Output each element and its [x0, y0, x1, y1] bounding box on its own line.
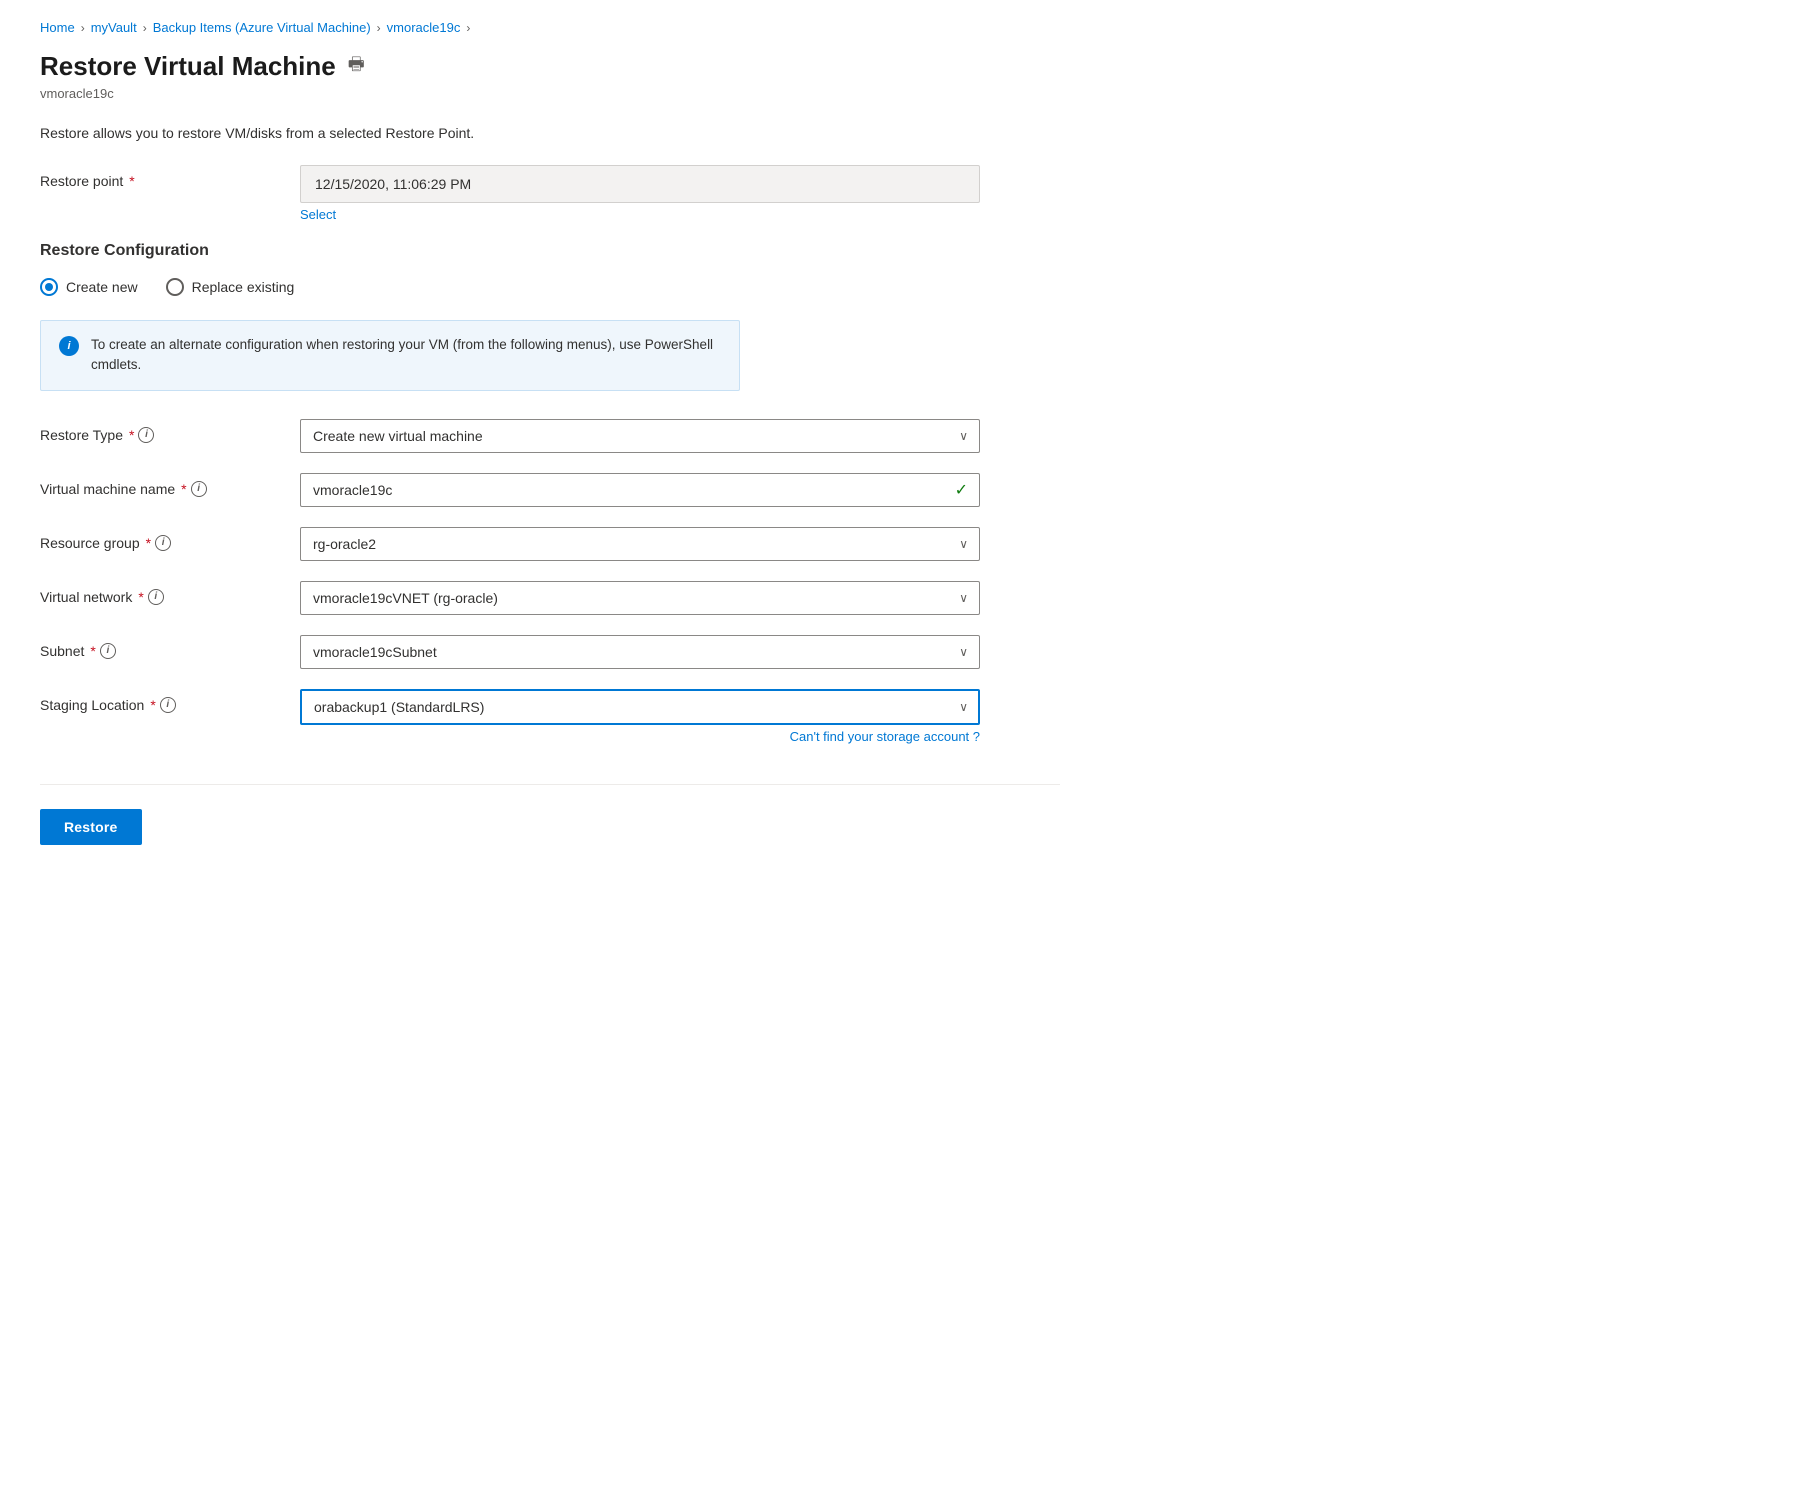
virtual-network-info-icon[interactable]: i — [148, 589, 164, 605]
virtual-network-label: Virtual network * i — [40, 581, 280, 605]
page-description: Restore allows you to restore VM/disks f… — [40, 125, 1060, 141]
virtual-network-label-text: Virtual network — [40, 589, 132, 605]
breadcrumb-vault[interactable]: myVault — [91, 20, 137, 35]
resource-group-label: Resource group * i — [40, 527, 280, 551]
restore-point-value: 12/15/2020, 11:06:29 PM — [300, 165, 980, 203]
vm-name-control: ✓ — [300, 473, 980, 507]
restore-point-label: Restore point * — [40, 165, 280, 189]
subnet-chevron-icon: ∨ — [959, 645, 968, 659]
restore-point-control: 12/15/2020, 11:06:29 PM Select — [300, 165, 980, 222]
resource-group-required: * — [146, 535, 151, 551]
restore-type-dropdown[interactable]: Create new virtual machine ∨ — [300, 419, 980, 453]
resource-group-info-icon[interactable]: i — [155, 535, 171, 551]
info-banner-text: To create an alternate configuration whe… — [91, 335, 721, 376]
subnet-required: * — [90, 643, 95, 659]
page-subtitle: vmoracle19c — [40, 86, 1060, 101]
vm-name-required: * — [181, 481, 186, 497]
restore-type-dropdown-wrapper: Create new virtual machine ∨ — [300, 419, 980, 453]
radio-circle-create-new — [40, 278, 58, 296]
subnet-value: vmoracle19cSubnet — [313, 644, 437, 660]
staging-location-label: Staging Location * i — [40, 689, 280, 713]
breadcrumb: Home › myVault › Backup Items (Azure Vir… — [40, 20, 1060, 35]
virtual-network-value: vmoracle19cVNET (rg-oracle) — [313, 590, 498, 606]
resource-group-dropdown-wrapper: rg-oracle2 ∨ — [300, 527, 980, 561]
subnet-dropdown-wrapper: vmoracle19cSubnet ∨ — [300, 635, 980, 669]
staging-location-label-text: Staging Location — [40, 697, 144, 713]
restore-type-required: * — [129, 427, 134, 443]
restore-type-control: Create new virtual machine ∨ — [300, 419, 980, 453]
staging-location-row: Staging Location * i orabackup1 (Standar… — [40, 689, 1060, 744]
virtual-network-dropdown[interactable]: vmoracle19cVNET (rg-oracle) ∨ — [300, 581, 980, 615]
subnet-info-icon[interactable]: i — [100, 643, 116, 659]
breadcrumb-sep-2: › — [143, 21, 147, 35]
page-title-row: Restore Virtual Machine 🖶 — [40, 51, 1060, 82]
vm-name-row: Virtual machine name * i ✓ — [40, 473, 1060, 507]
radio-circle-replace-existing — [166, 278, 184, 296]
restore-point-select[interactable]: Select — [300, 207, 980, 222]
vm-name-info-icon[interactable]: i — [191, 481, 207, 497]
virtual-network-dropdown-wrapper: vmoracle19cVNET (rg-oracle) ∨ — [300, 581, 980, 615]
virtual-network-row: Virtual network * i vmoracle19cVNET (rg-… — [40, 581, 1060, 615]
restore-config-radio-group: Create new Replace existing — [40, 278, 1060, 296]
breadcrumb-vm[interactable]: vmoracle19c — [387, 20, 461, 35]
radio-label-replace-existing: Replace existing — [192, 279, 295, 295]
radio-replace-existing[interactable]: Replace existing — [166, 278, 295, 296]
vm-name-input-wrapper: ✓ — [300, 473, 980, 507]
restore-button[interactable]: Restore — [40, 809, 142, 845]
staging-location-chevron-icon: ∨ — [959, 700, 968, 714]
restore-type-value: Create new virtual machine — [313, 428, 483, 444]
staging-location-info-icon[interactable]: i — [160, 697, 176, 713]
print-icon[interactable]: 🖶 — [348, 52, 365, 82]
vm-name-input[interactable] — [300, 473, 980, 507]
restore-type-chevron-icon: ∨ — [959, 429, 968, 443]
breadcrumb-sep-1: › — [81, 21, 85, 35]
info-banner: i To create an alternate configuration w… — [40, 320, 740, 391]
breadcrumb-sep-4: › — [466, 21, 470, 35]
subnet-label-text: Subnet — [40, 643, 84, 659]
radio-create-new[interactable]: Create new — [40, 278, 138, 296]
subnet-label: Subnet * i — [40, 635, 280, 659]
cant-find-storage-link[interactable]: Can't find your storage account ? — [790, 729, 980, 744]
restore-type-info-icon[interactable]: i — [138, 427, 154, 443]
subnet-control: vmoracle19cSubnet ∨ — [300, 635, 980, 669]
vm-name-label-text: Virtual machine name — [40, 481, 175, 497]
vm-name-label: Virtual machine name * i — [40, 473, 280, 497]
divider — [40, 784, 1060, 785]
virtual-network-control: vmoracle19cVNET (rg-oracle) ∨ — [300, 581, 980, 615]
restore-type-label: Restore Type * i — [40, 419, 280, 443]
virtual-network-required: * — [138, 589, 143, 605]
restore-config-heading: Restore Configuration — [40, 242, 1060, 260]
staging-location-dropdown-wrapper: orabackup1 (StandardLRS) ∨ — [300, 689, 980, 725]
resource-group-dropdown[interactable]: rg-oracle2 ∨ — [300, 527, 980, 561]
radio-label-create-new: Create new — [66, 279, 138, 295]
staging-location-dropdown[interactable]: orabackup1 (StandardLRS) ∨ — [300, 689, 980, 725]
restore-point-row: Restore point * 12/15/2020, 11:06:29 PM … — [40, 165, 1060, 222]
resource-group-label-text: Resource group — [40, 535, 140, 551]
resource-group-control: rg-oracle2 ∨ — [300, 527, 980, 561]
staging-location-required: * — [150, 697, 155, 713]
resource-group-row: Resource group * i rg-oracle2 ∨ — [40, 527, 1060, 561]
resource-group-chevron-icon: ∨ — [959, 537, 968, 551]
restore-point-required: * — [129, 173, 134, 189]
staging-location-value: orabackup1 (StandardLRS) — [314, 699, 484, 715]
page-title: Restore Virtual Machine — [40, 51, 336, 82]
staging-location-control: orabackup1 (StandardLRS) ∨ Can't find yo… — [300, 689, 980, 744]
subnet-row: Subnet * i vmoracle19cSubnet ∨ — [40, 635, 1060, 669]
breadcrumb-sep-3: › — [377, 21, 381, 35]
virtual-network-chevron-icon: ∨ — [959, 591, 968, 605]
breadcrumb-backup-items[interactable]: Backup Items (Azure Virtual Machine) — [153, 20, 371, 35]
restore-type-row: Restore Type * i Create new virtual mach… — [40, 419, 1060, 453]
info-banner-icon: i — [59, 336, 79, 356]
restore-type-label-text: Restore Type — [40, 427, 123, 443]
breadcrumb-home[interactable]: Home — [40, 20, 75, 35]
resource-group-value: rg-oracle2 — [313, 536, 376, 552]
staging-location-link-row: Can't find your storage account ? — [300, 729, 980, 744]
subnet-dropdown[interactable]: vmoracle19cSubnet ∨ — [300, 635, 980, 669]
